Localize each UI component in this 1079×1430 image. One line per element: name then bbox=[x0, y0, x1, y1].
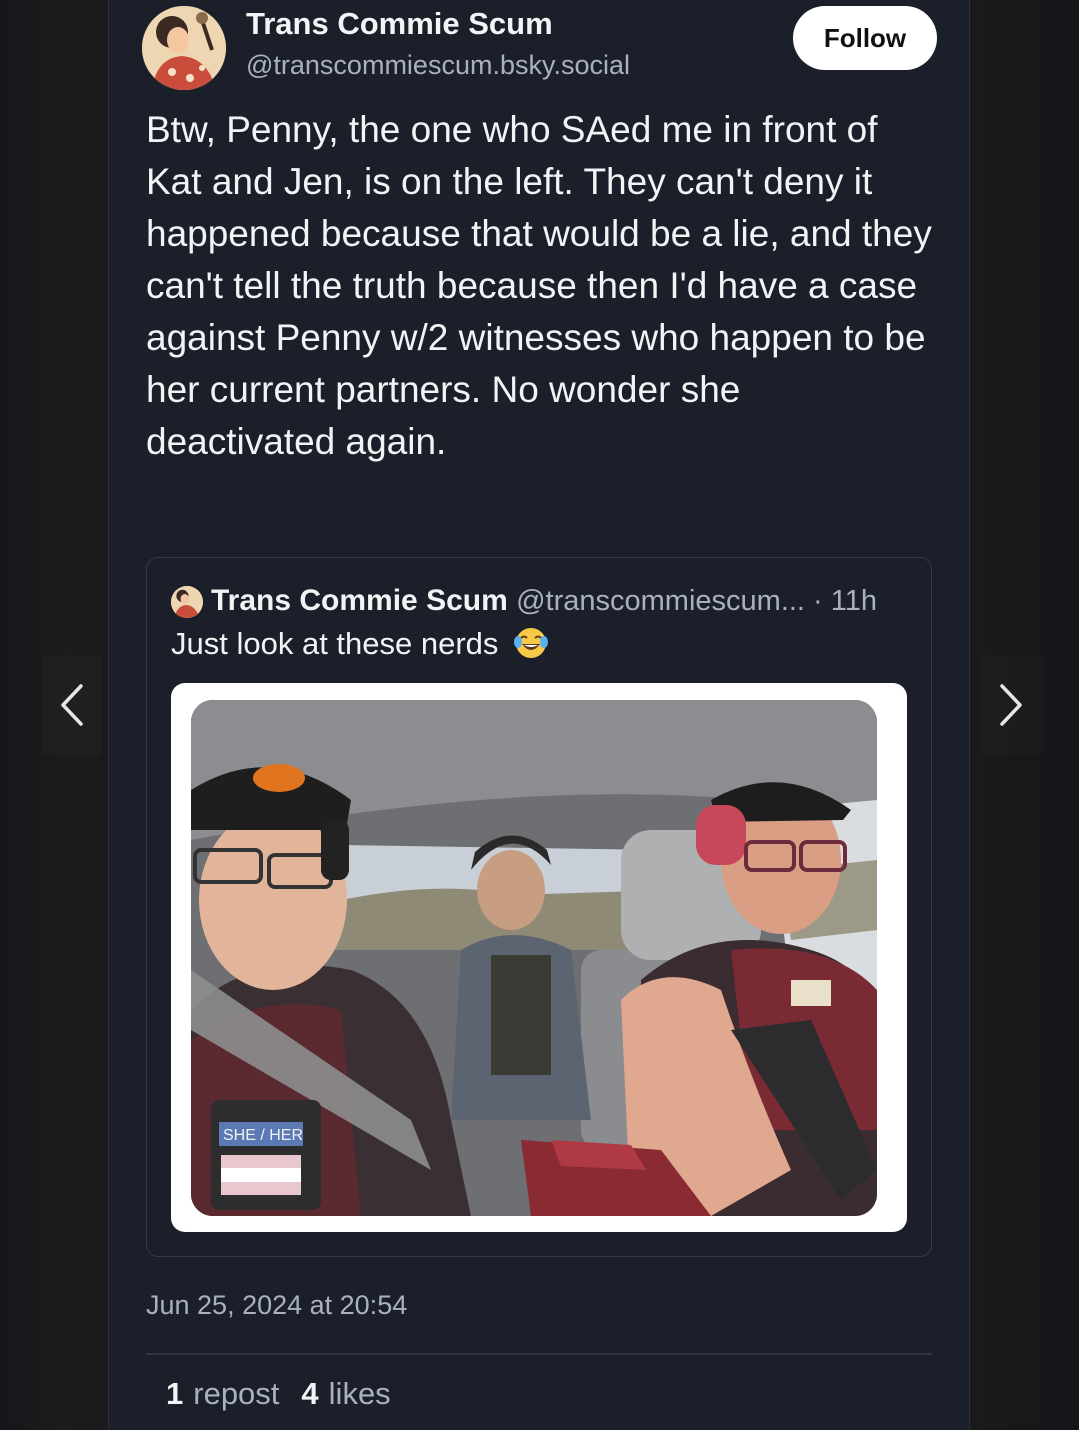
avatar-illustration bbox=[142, 6, 226, 90]
divider bbox=[146, 1353, 932, 1355]
follow-button[interactable]: Follow bbox=[793, 6, 937, 70]
post-card: Trans Commie Scum @transcommiescum.bsky.… bbox=[108, 0, 970, 1430]
chevron-left-icon bbox=[61, 684, 83, 726]
quote-author-avatar bbox=[171, 586, 203, 618]
likes-link[interactable]: 4 likes bbox=[301, 1376, 390, 1412]
she-her-patch-text: SHE / HER bbox=[223, 1127, 303, 1144]
quote-text: Just look at these nerds bbox=[171, 626, 499, 661]
quote-photo: SHE / HER bbox=[191, 700, 877, 1216]
author-name[interactable]: Trans Commie Scum bbox=[246, 6, 553, 42]
avatar-illustration bbox=[171, 586, 203, 618]
quote-time: 11h bbox=[830, 585, 878, 617]
likes-label: likes bbox=[328, 1376, 391, 1411]
author-avatar[interactable] bbox=[142, 6, 226, 90]
post-timestamp: Jun 25, 2024 at 20:54 bbox=[146, 1290, 408, 1320]
quote-author-handle: @transcommiescum... bbox=[516, 585, 805, 617]
likes-count: 4 bbox=[301, 1376, 319, 1411]
author-handle[interactable]: @transcommiescum.bsky.social bbox=[246, 50, 630, 81]
quote-image-frame[interactable]: SHE / HER bbox=[171, 683, 907, 1232]
post-text: Btw, Penny, the one who SAed me in front… bbox=[146, 109, 932, 462]
quote-text-line: Just look at these nerds bbox=[171, 626, 549, 668]
quote-author-name: Trans Commie Scum bbox=[211, 584, 508, 617]
laughing-tears-emoji-icon bbox=[513, 626, 549, 668]
quote-separator: · bbox=[805, 585, 831, 617]
chevron-right-icon bbox=[1000, 684, 1022, 726]
reposts-label: repost bbox=[193, 1376, 280, 1411]
engagement-stats: 1 repost 4 likes bbox=[166, 1376, 391, 1412]
next-image-button[interactable] bbox=[981, 655, 1041, 755]
car-interior-photo: SHE / HER bbox=[191, 700, 877, 1216]
quote-header: Trans Commie Scum @transcommiescum... · … bbox=[211, 584, 877, 618]
reposts-count: 1 bbox=[166, 1376, 184, 1411]
previous-image-button[interactable] bbox=[42, 655, 102, 755]
reposts-link[interactable]: 1 repost bbox=[166, 1376, 279, 1412]
quoted-post[interactable]: Trans Commie Scum @transcommiescum... · … bbox=[146, 557, 932, 1257]
